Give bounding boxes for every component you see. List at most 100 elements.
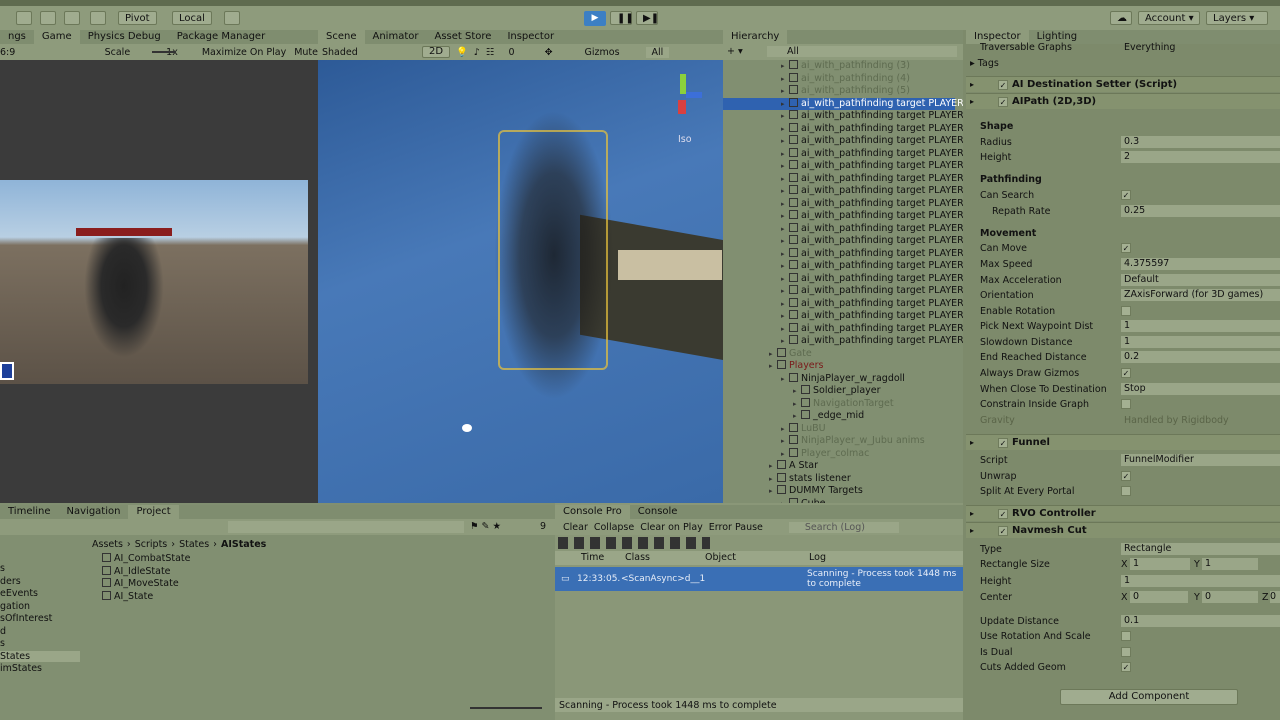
camera-icon[interactable]: ✥ (545, 47, 553, 58)
hierarchy-item[interactable]: ▸ ai_with_pathfinding (5) (723, 85, 955, 97)
foldout-arrow-icon[interactable]: ▸ (970, 435, 974, 451)
hierarchy-item[interactable]: ▸ ai_with_pathfinding target PLAYER (5) (723, 160, 980, 172)
hierarchy-item[interactable]: ▸ LuBU (723, 422, 955, 435)
transform-tool[interactable] (16, 11, 32, 25)
tab-hierarchy[interactable]: Hierarchy (723, 30, 788, 44)
expand-arrow-icon[interactable]: ▸ (781, 323, 789, 335)
expand-arrow-icon[interactable]: ▸ (781, 235, 789, 247)
expand-arrow-icon[interactable]: ▸ (781, 160, 789, 172)
expand-arrow-icon[interactable]: ▸ (769, 460, 777, 472)
project-file-item[interactable]: AI_IdleState (102, 565, 171, 577)
console-filter-buttons[interactable] (558, 537, 710, 549)
project-folder-item[interactable]: gation (0, 601, 30, 612)
expand-arrow-icon[interactable]: ▸ (781, 223, 789, 235)
end-reached-distance-field[interactable]: 0.2 (1121, 351, 1280, 363)
expand-arrow-icon[interactable]: ▸ (781, 135, 789, 147)
hierarchy-item[interactable]: ▸ Players (723, 360, 955, 372)
rect-size-x-field[interactable]: 1 (1130, 558, 1190, 570)
can-search-checkbox[interactable]: ✓ (1121, 190, 1131, 200)
hierarchy-item[interactable]: ▸ ai_with_pathfinding target PLAYER (8) (723, 197, 980, 210)
layers-dropdown[interactable]: Layers ▾ (1206, 11, 1268, 25)
scene-search[interactable]: All (645, 46, 670, 58)
component-enabled-checkbox[interactable]: ✓ (998, 509, 1008, 519)
height-field[interactable]: 2 (1121, 151, 1280, 163)
use-rotation-scale-checkbox[interactable] (1121, 631, 1131, 641)
expand-arrow-icon[interactable]: ▸ (793, 410, 801, 422)
slowdown-distance-field[interactable]: 1 (1121, 336, 1280, 348)
foldout-arrow-icon[interactable]: ▸ (970, 77, 974, 93)
expand-arrow-icon[interactable]: ▸ (781, 373, 789, 385)
expand-arrow-icon[interactable]: ▸ (781, 198, 789, 210)
expand-arrow-icon[interactable]: ▸ (781, 210, 789, 222)
expand-arrow-icon[interactable]: ▸ (781, 73, 789, 85)
hierarchy-item[interactable]: ▸ ai_with_pathfinding target PLAYER (9) (723, 210, 980, 222)
expand-arrow-icon[interactable]: ▸ (781, 298, 789, 310)
expand-arrow-icon[interactable]: ▸ (769, 348, 777, 360)
breadcrumb-states[interactable]: States (179, 539, 209, 550)
tab-package-manager[interactable]: Package Manager (169, 30, 273, 44)
hierarchy-item[interactable]: ▸ ai_with_pathfinding target PLAYER (3) (723, 135, 980, 147)
hierarchy-item[interactable]: ▸ ai_with_pathfinding target PLAYER (4) (723, 147, 980, 160)
hierarchy-item[interactable]: ▸ ai_with_pathfinding target PLAYER (10 (723, 222, 983, 235)
component-enabled-checkbox[interactable]: ✓ (998, 80, 1008, 90)
hierarchy-item[interactable]: ▸ ai_with_pathfinding target PLAYER (11 (723, 235, 983, 247)
console-search[interactable]: Search (Log) (788, 521, 899, 533)
hierarchy-item[interactable]: ▸ ai_with_pathfinding target PLAYER (6) (723, 172, 980, 185)
project-folder-item[interactable]: imStates (0, 663, 42, 674)
expand-arrow-icon[interactable]: ▸ (781, 185, 789, 197)
project-folder-item[interactable]: States (0, 650, 80, 662)
gizmos-dropdown[interactable]: Gizmos (585, 47, 620, 58)
when-close-dropdown[interactable]: Stop (1121, 383, 1280, 395)
tab-asset-store[interactable]: Asset Store (426, 30, 499, 44)
hierarchy-item[interactable]: ▸ ai_with_pathfinding target PLAYER (19 (723, 335, 983, 347)
hierarchy-item[interactable]: ▸ NinjaPlayer_w_ragdoll (723, 372, 955, 385)
navmesh-cut-header[interactable]: Navmesh Cut ▸ ✓ (966, 522, 1280, 538)
cloud-button[interactable]: ☁ (1110, 11, 1132, 25)
error-pause-button[interactable]: Error Pause (709, 522, 763, 533)
scene-view[interactable]: Iso (318, 60, 723, 503)
hierarchy-item[interactable]: ▸ ai_with_pathfinding target PLAYER (1) (723, 110, 980, 122)
project-search[interactable] (228, 521, 464, 533)
project-folder-item[interactable]: d (0, 626, 6, 637)
type-dropdown[interactable]: Rectangle (1121, 543, 1280, 555)
create-dropdown[interactable]: + ▾ (727, 46, 743, 57)
center-x-field[interactable]: 0 (1130, 591, 1188, 603)
expand-arrow-icon[interactable]: ▸ (781, 260, 789, 272)
hierarchy-item[interactable]: ▸ ai_with_pathfinding target PLAYER (18 (723, 322, 983, 335)
expand-arrow-icon[interactable]: ▸ (781, 310, 789, 322)
add-component-button[interactable]: Add Component (1060, 689, 1238, 705)
pause-button[interactable]: ❚❚ (610, 11, 634, 25)
project-file-item[interactable]: AI_MoveState (102, 578, 179, 589)
hierarchy-search[interactable]: All (767, 46, 957, 57)
audio-toggle-icon[interactable]: ♪ (474, 47, 480, 58)
hierarchy-item[interactable]: ▸ ai_with_pathfinding target PLAYER (15 (723, 285, 983, 297)
maximize-on-play[interactable]: Maximize On Play (202, 47, 286, 58)
tab-animator[interactable]: Animator (365, 30, 427, 44)
breadcrumb-aistates[interactable]: AIStates (221, 539, 266, 550)
hierarchy-item[interactable]: ▸ DUMMY Targets (723, 485, 955, 497)
expand-arrow-icon[interactable]: ▸ (781, 60, 789, 72)
tags-foldout[interactable]: ▸ Tags (970, 58, 999, 69)
expand-arrow-icon[interactable]: ▸ (793, 385, 801, 397)
hierarchy-item[interactable]: ▸ Gate (723, 347, 955, 360)
tab-navigation[interactable]: Navigation (59, 505, 129, 519)
project-file-item[interactable]: AI_CombatState (102, 553, 190, 564)
component-enabled-checkbox[interactable]: ✓ (998, 97, 1008, 107)
col-log[interactable]: Log (809, 552, 826, 563)
pick-next-waypoint-field[interactable]: 1 (1121, 320, 1280, 332)
center-y-field[interactable]: 0 (1202, 591, 1258, 603)
project-folder-item[interactable]: s (0, 563, 5, 574)
mute-audio[interactable]: Mute (294, 47, 318, 58)
aipath-header[interactable]: AIPath (2D,3D) ▸ ✓ (966, 93, 1280, 109)
project-folder-item[interactable]: s (0, 638, 5, 649)
tab-console[interactable]: Console (630, 505, 686, 519)
center-z-field[interactable]: 0 (1270, 591, 1280, 603)
scale-slider[interactable] (152, 51, 176, 53)
col-class[interactable]: Class (625, 552, 650, 563)
always-draw-gizmos-checkbox[interactable]: ✓ (1121, 368, 1131, 378)
effects-icon[interactable]: ☷ (486, 47, 495, 58)
ai-destination-setter-header[interactable]: AI Destination Setter (Script) ▸ ✓ (966, 76, 1280, 92)
orientation-dropdown[interactable]: ZAxisForward (for 3D games) (1121, 289, 1280, 301)
foldout-arrow-icon[interactable]: ▸ (970, 506, 974, 522)
hierarchy-item[interactable]: ▸ ai_with_pathfinding target PLAYER (17 (723, 310, 983, 322)
